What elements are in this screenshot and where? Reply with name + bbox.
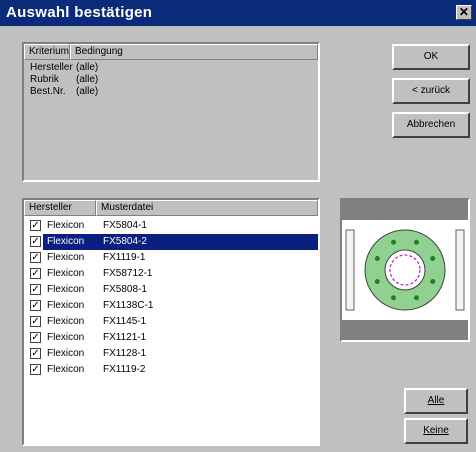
pattern-checkbox[interactable]: ✓ [30,252,41,263]
pattern-checkbox[interactable]: ✓ [30,284,41,295]
pattern-file: FX1138C-1 [103,300,154,311]
pattern-file: FX1128-1 [103,348,147,359]
pattern-file: FX5804-1 [103,220,147,231]
pattern-row[interactable]: ✓ Flexicon FX5808-1 [26,282,314,298]
select-all-label: Alle [427,395,445,406]
bolt-hole [391,239,397,245]
column-header-criterion[interactable]: Kriterium [24,44,70,60]
select-none-label: Keine [423,425,449,436]
pattern-manufacturer: Flexicon [47,332,85,343]
bolt-hole [391,295,397,301]
pattern-list[interactable]: Hersteller Musterdatei ✓ Flexicon FX5804-1… [22,198,320,446]
pattern-checkbox[interactable]: ✓ [30,236,41,247]
pattern-checkbox[interactable]: ✓ [30,268,41,279]
right-bar [455,229,465,311]
pattern-row[interactable]: ✓ Flexicon FX1138C-1 [26,298,314,314]
pattern-manufacturer: Flexicon [47,316,85,327]
bolt-hole [430,278,436,284]
pattern-file: FX58712-1 [103,268,153,279]
confirm-selection-dialog: Auswahl bestätigen ✕ Kriterium Bedingung… [0,0,476,452]
left-bar [345,229,355,311]
pattern-checkbox[interactable]: ✓ [30,316,41,327]
pattern-file: FX5808-1 [103,284,147,295]
pattern-file: FX5804-2 [100,234,150,250]
bolt-hole [413,239,419,245]
pattern-row[interactable]: ✓ Flexicon FX5804-2 [26,234,318,250]
pattern-manufacturer: Flexicon [47,252,85,263]
pattern-file: FX1121-1 [103,332,147,343]
bolt-hole [374,278,380,284]
dialog-title: Auswahl bestätigen [6,4,153,21]
criterion-condition: (alle) [76,86,99,97]
pattern-preview [340,198,470,342]
pattern-row[interactable]: ✓ Flexicon FX1145-1 [26,314,314,330]
pattern-checkbox[interactable]: ✓ [30,220,41,231]
flange-drawing [345,229,465,311]
pattern-file: FX1119-2 [103,364,146,375]
cancel-button[interactable]: Abbrechen [392,112,470,138]
pattern-manufacturer: Flexicon [47,220,85,231]
ok-button[interactable]: OK [392,44,470,70]
bolt-hole [413,295,419,301]
criterion-name: Hersteller [30,62,73,73]
pattern-manufacturer: Flexicon [47,364,85,375]
pattern-row[interactable]: ✓ Flexicon FX1119-2 [26,362,314,378]
criterion-condition: (alle) [76,74,99,85]
select-none-button[interactable]: Keine [404,418,468,444]
pattern-file: FX1145-1 [103,316,147,327]
back-button[interactable]: < zurück [392,78,470,104]
pattern-file: FX1119-1 [103,252,146,263]
select-all-button[interactable]: Alle [404,388,468,414]
pattern-manufacturer: Flexicon [47,284,85,295]
column-header-pattern-file[interactable]: Musterdatei [96,200,318,216]
pattern-row[interactable]: ✓ Flexicon FX1119-1 [26,250,314,266]
pattern-row[interactable]: ✓ Flexicon FX58712-1 [26,266,314,282]
column-header-manufacturer[interactable]: Hersteller [24,200,96,216]
flange-hub [384,249,426,291]
pattern-manufacturer: Flexicon [47,348,85,359]
pattern-checkbox[interactable]: ✓ [30,364,41,375]
criterion-condition: (alle) [76,62,99,73]
criterion-name: Rubrik [30,74,59,85]
title-bar: Auswahl bestätigen ✕ [0,0,476,26]
bolt-hole [374,256,380,262]
pattern-manufacturer: Flexicon [47,268,85,279]
pattern-row[interactable]: ✓ Flexicon FX1121-1 [26,330,314,346]
pattern-row[interactable]: ✓ Flexicon FX5804-1 [26,218,314,234]
close-button[interactable]: ✕ [456,5,472,20]
bolt-hole [430,256,436,262]
column-header-condition[interactable]: Bedingung [70,44,318,60]
pattern-row[interactable]: ✓ Flexicon FX1128-1 [26,346,314,362]
pattern-checkbox[interactable]: ✓ [30,348,41,359]
preview-canvas [342,220,468,320]
pattern-checkbox[interactable]: ✓ [30,332,41,343]
pattern-checkbox[interactable]: ✓ [30,300,41,311]
criterion-name: Best.Nr. [30,86,66,97]
pattern-manufacturer: Flexicon [47,300,85,311]
criteria-list: Kriterium Bedingung Hersteller (alle) Ru… [22,42,320,182]
pattern-manufacturer: Flexicon [45,234,87,250]
